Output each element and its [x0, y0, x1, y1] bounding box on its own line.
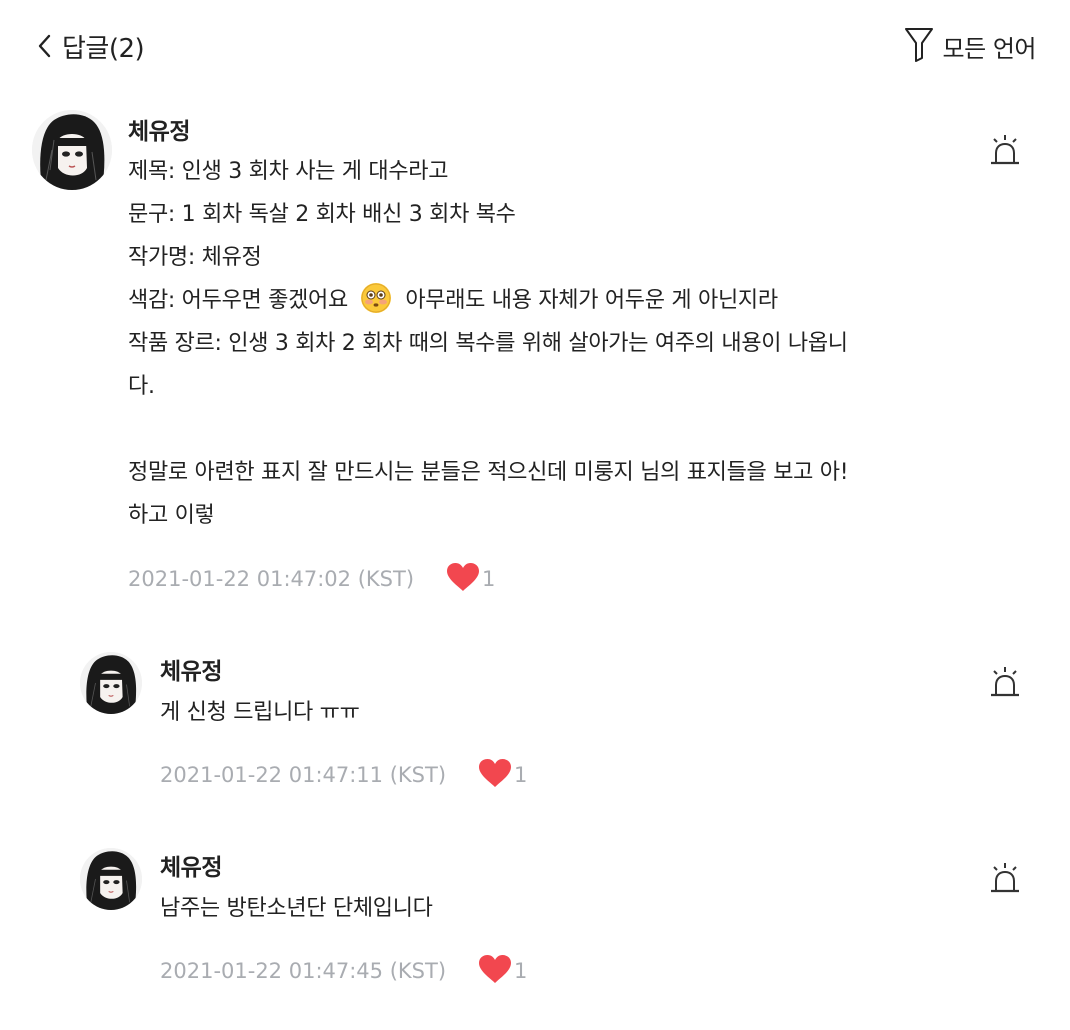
- comment-meta: 2021-01-22 01:47:45 (KST) 1: [160, 954, 527, 988]
- body-text-segment: 아무래도 내용 자체가 어두운 게 아닌지라: [405, 288, 778, 313]
- author-name[interactable]: 체유정: [128, 112, 190, 146]
- heart-icon: [478, 758, 512, 792]
- heart-icon: [446, 562, 480, 596]
- back-button[interactable]: 답글(2): [36, 26, 145, 66]
- body-line: 다.: [128, 374, 155, 399]
- avatar[interactable]: [80, 652, 142, 714]
- comment-meta: 2021-01-22 01:47:11 (KST) 1: [160, 758, 527, 792]
- comment-meta: 2021-01-22 01:47:02 (KST) 1: [128, 562, 495, 596]
- comment-body: 게 신청 드립니다 ㅠㅠ: [160, 691, 360, 734]
- body-line: 정말로 아련한 표지 잘 만드시는 분들은 적으신데 미룽지 님의 표지들을 보…: [128, 460, 849, 485]
- body-line: 게 신청 드립니다 ㅠㅠ: [160, 700, 360, 725]
- body-line: 작품 장르: 인생 3 회차 2 회차 때의 복수를 위해 살아가는 여주의 내…: [128, 331, 848, 356]
- siren-icon: [988, 135, 1022, 172]
- body-line: 하고 이렇: [128, 503, 215, 528]
- body-line: 제목: 인생 3 회차 사는 게 대수라고: [128, 159, 449, 184]
- siren-icon: [988, 863, 1022, 900]
- comment-body: 남주는 방탄소년단 단체입니다: [160, 887, 433, 930]
- like-button[interactable]: 1: [478, 954, 527, 988]
- body-line: 작가명: 체유정: [128, 245, 262, 270]
- timestamp: 2021-01-22 01:47:45 (KST): [160, 959, 447, 983]
- filter-label: 모든 언어: [942, 34, 1037, 63]
- body-line: 남주는 방탄소년단 단체입니다: [160, 896, 433, 921]
- avatar[interactable]: [32, 110, 112, 190]
- body-line-with-emoji: 색감: 어두우면 좋겠어요 아무래도 내용 자체가 어두운 게 아닌지라: [128, 279, 848, 322]
- author-name[interactable]: 체유정: [160, 848, 222, 882]
- funnel-icon: [903, 25, 935, 67]
- body-line: 문구: 1 회차 독살 2 회차 배신 3 회차 복수: [128, 202, 516, 227]
- like-button[interactable]: 1: [446, 562, 495, 596]
- like-button[interactable]: 1: [478, 758, 527, 792]
- timestamp: 2021-01-22 01:47:02 (KST): [128, 567, 415, 591]
- report-button[interactable]: [988, 666, 1022, 700]
- language-filter-button[interactable]: 모든 언어: [903, 24, 1037, 68]
- report-button[interactable]: [988, 134, 1022, 168]
- report-button[interactable]: [988, 862, 1022, 896]
- top-bar: 답글(2) 모든 언어: [0, 0, 1070, 92]
- like-count: 1: [482, 567, 496, 591]
- page-title: 답글(2): [62, 33, 145, 64]
- flushed-face-emoji: [360, 283, 391, 313]
- body-text-segment: 색감: 어두우면 좋겠어요: [128, 288, 348, 313]
- like-count: 1: [514, 959, 528, 983]
- timestamp: 2021-01-22 01:47:11 (KST): [160, 763, 447, 787]
- chevron-left-icon: [36, 32, 52, 60]
- comment-body: 제목: 인생 3 회차 사는 게 대수라고 문구: 1 회차 독살 2 회차 배…: [128, 150, 849, 537]
- heart-icon: [478, 954, 512, 988]
- avatar[interactable]: [80, 848, 142, 910]
- siren-icon: [988, 667, 1022, 704]
- author-name[interactable]: 체유정: [160, 652, 222, 686]
- like-count: 1: [514, 763, 528, 787]
